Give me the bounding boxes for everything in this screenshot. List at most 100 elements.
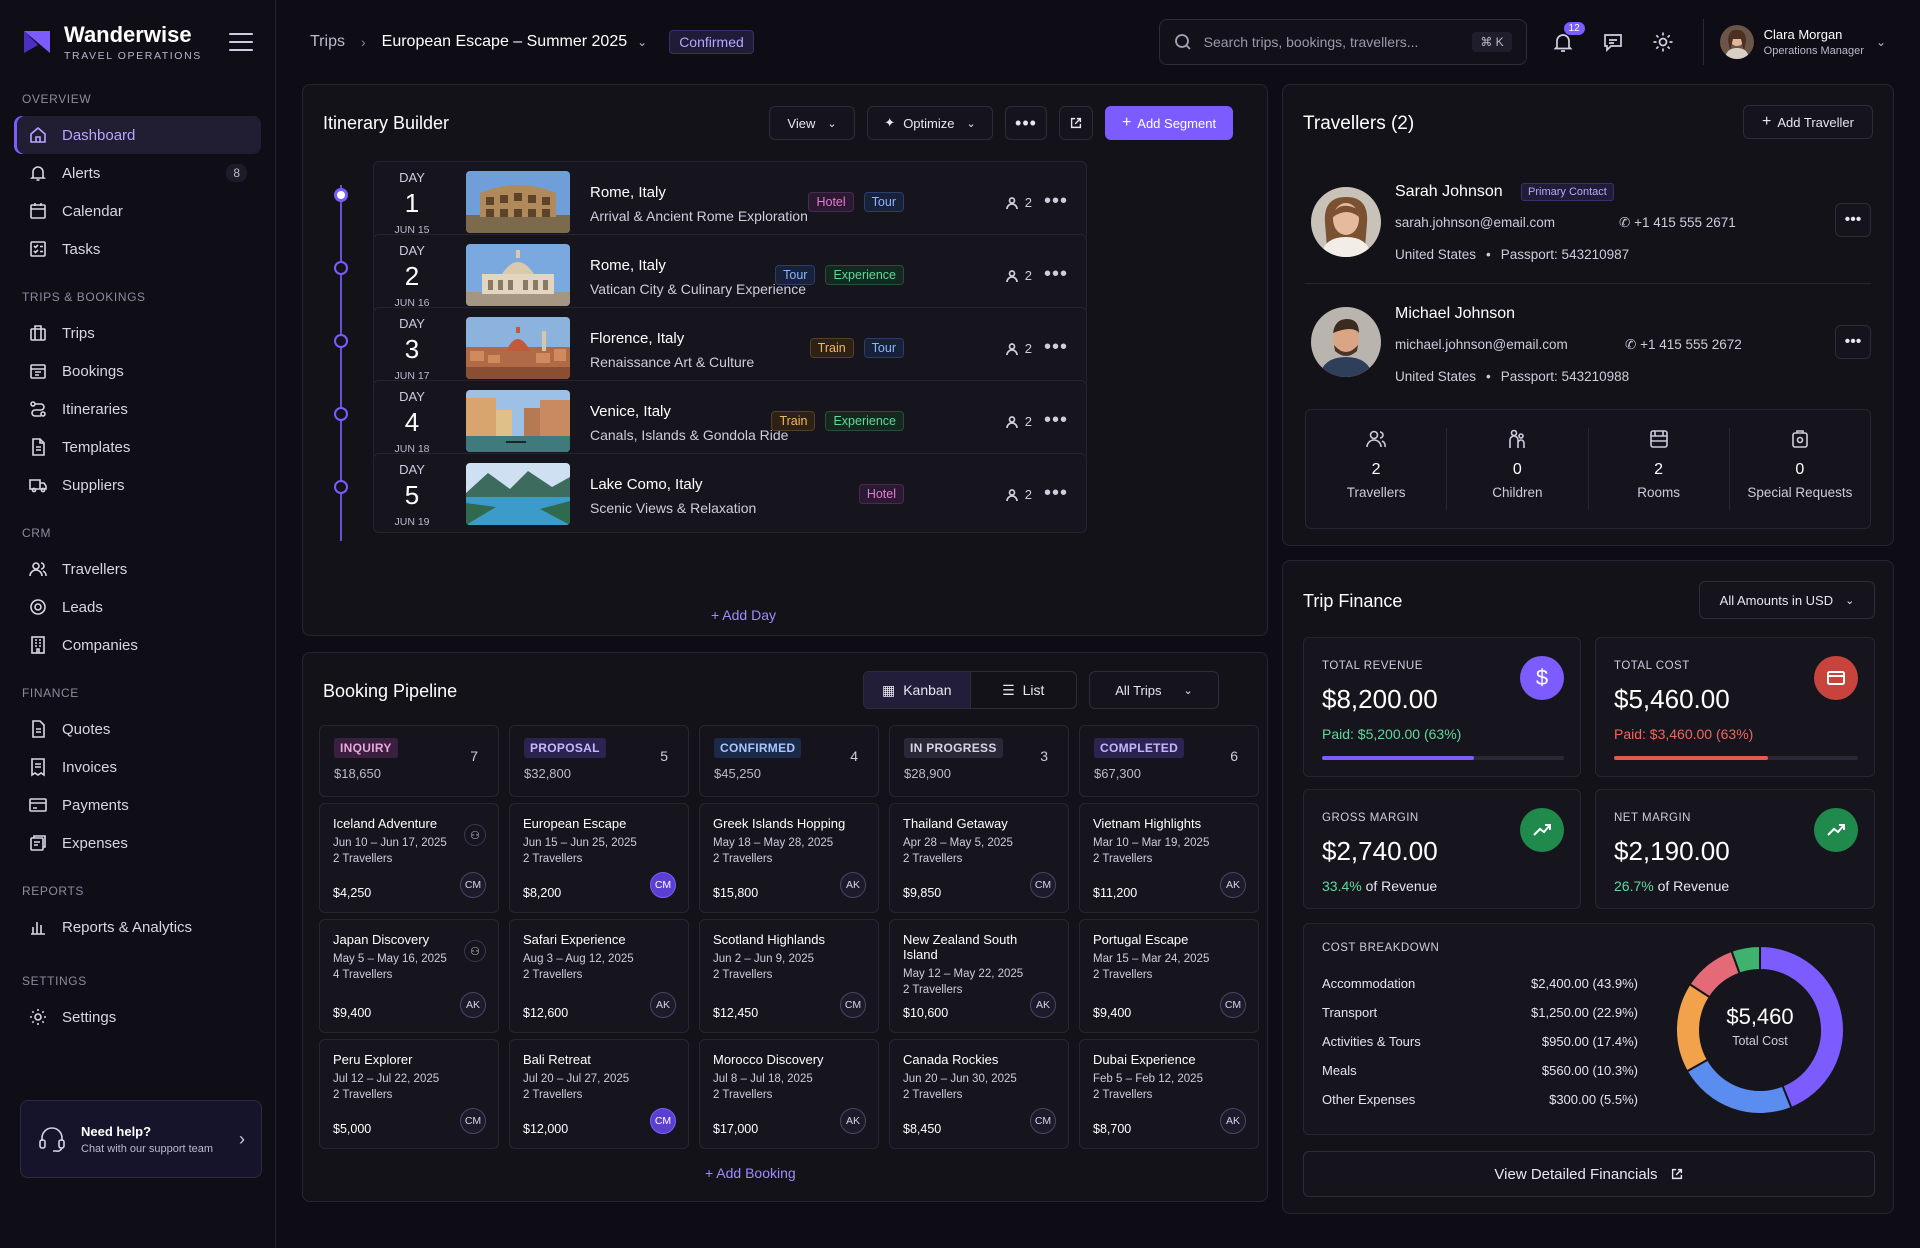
currency-dropdown[interactable]: All Amounts in USD ⌄: [1699, 581, 1875, 619]
trips-filter-dropdown[interactable]: All Trips ⌄: [1089, 671, 1219, 709]
sidebar-item-tasks[interactable]: Tasks: [14, 230, 261, 268]
chevron-down-icon: ⌄: [1875, 35, 1886, 49]
itinerary-day[interactable]: DAY 5 JUN 19 Lake Como, Italy Scenic Vie…: [373, 453, 1087, 533]
alerts-count-badge: 8: [226, 164, 247, 182]
sparkle-icon: ✦: [884, 115, 896, 130]
traveller-more-button[interactable]: •••: [1835, 325, 1871, 359]
more-options-button[interactable]: •••: [1005, 106, 1047, 140]
pipeline-column: PROPOSAL 5 $32,800 European Escape Jun 1…: [509, 725, 689, 1149]
assignee-avatar[interactable]: AK: [1220, 1108, 1246, 1134]
assignee-avatar[interactable]: CM: [650, 872, 676, 898]
breadcrumb-current-trip[interactable]: European Escape – Summer 2025: [382, 33, 627, 51]
segment-tag: Experience: [825, 411, 904, 431]
add-segment-button[interactable]: + Add Segment: [1105, 106, 1233, 140]
kanban-tab[interactable]: ▦ Kanban: [864, 672, 971, 708]
list-tab[interactable]: ☰ List: [971, 672, 1077, 708]
sidebar-item-bookings[interactable]: Bookings: [14, 352, 261, 390]
sidebar-item-quotes[interactable]: Quotes: [14, 710, 261, 748]
assign-icon[interactable]: ⚇: [464, 824, 486, 846]
traveller-more-button[interactable]: •••: [1835, 203, 1871, 237]
settings-button[interactable]: [1649, 28, 1677, 56]
assign-icon[interactable]: ⚇: [464, 940, 486, 962]
booking-card[interactable]: Dubai Experience Feb 5 – Feb 12, 2025 2 …: [1079, 1039, 1259, 1149]
optimize-dropdown[interactable]: ✦ Optimize ⌄: [867, 106, 993, 140]
sidebar-item-alerts[interactable]: Alerts 8: [14, 154, 261, 192]
booking-card[interactable]: New Zealand South Island May 12 – May 22…: [889, 919, 1069, 1033]
booking-card[interactable]: Scotland Highlands Jun 2 – Jun 9, 2025 2…: [699, 919, 879, 1033]
booking-card[interactable]: Thailand Getaway Apr 28 – May 5, 2025 2 …: [889, 803, 1069, 913]
booking-card[interactable]: Bali Retreat Jul 20 – Jul 27, 2025 2 Tra…: [509, 1039, 689, 1149]
assignee-avatar[interactable]: CM: [840, 992, 866, 1018]
pipeline-column: COMPLETED 6 $67,300 Vietnam Highlights M…: [1079, 725, 1259, 1149]
assignee-avatar[interactable]: AK: [840, 872, 866, 898]
messages-button[interactable]: [1599, 28, 1627, 56]
assignee-avatar[interactable]: CM: [460, 1108, 486, 1134]
booking-card[interactable]: European Escape Jun 15 – Jun 25, 2025 2 …: [509, 803, 689, 913]
day-more-button[interactable]: •••: [1044, 482, 1068, 505]
assignee-avatar[interactable]: AK: [650, 992, 676, 1018]
booking-card[interactable]: Japan Discovery May 5 – May 16, 2025 4 T…: [319, 919, 499, 1033]
traveller-email[interactable]: sarah.johnson@email.com: [1395, 215, 1555, 230]
add-day-button[interactable]: + Add Day: [711, 607, 776, 623]
sidebar-item-itineraries[interactable]: Itineraries: [14, 390, 261, 428]
day-more-button[interactable]: •••: [1044, 336, 1068, 359]
open-external-button[interactable]: [1059, 106, 1093, 140]
day-more-button[interactable]: •••: [1044, 263, 1068, 286]
sidebar-item-trips[interactable]: Trips: [14, 314, 261, 352]
traveller-name[interactable]: Sarah Johnson: [1395, 183, 1503, 201]
sidebar-item-payments[interactable]: Payments: [14, 786, 261, 824]
itinerary-day[interactable]: DAY 2 JUN 16 Rome, Italy Vatican City & …: [373, 234, 1087, 314]
assignee-avatar[interactable]: CM: [1030, 872, 1056, 898]
booking-card[interactable]: Greek Islands Hopping May 18 – May 28, 2…: [699, 803, 879, 913]
help-card[interactable]: Need help? Chat with our support team ›: [20, 1100, 262, 1178]
booking-card[interactable]: Portugal Escape Mar 15 – Mar 24, 2025 2 …: [1079, 919, 1259, 1033]
sidebar-item-companies[interactable]: Companies: [14, 626, 261, 664]
assignee-avatar[interactable]: CM: [1030, 1108, 1056, 1134]
itinerary-day[interactable]: DAY 3 JUN 17 Florence, Italy Renaissance…: [373, 307, 1087, 387]
booking-card[interactable]: Peru Explorer Jul 12 – Jul 22, 2025 2 Tr…: [319, 1039, 499, 1149]
sidebar-item-dashboard[interactable]: Dashboard: [14, 116, 261, 154]
assignee-avatar[interactable]: CM: [650, 1108, 676, 1134]
sidebar-item-travellers[interactable]: Travellers: [14, 550, 261, 588]
assignee-avatar[interactable]: AK: [840, 1108, 866, 1134]
sidebar-item-suppliers[interactable]: Suppliers: [14, 466, 261, 504]
sidebar-item-invoices[interactable]: Invoices: [14, 748, 261, 786]
user-menu[interactable]: Clara Morgan Operations Manager ⌄: [1702, 19, 1886, 65]
assignee-avatar[interactable]: AK: [460, 992, 486, 1018]
search-bar[interactable]: ⌘ K: [1158, 19, 1527, 65]
day-more-button[interactable]: •••: [1044, 190, 1068, 213]
add-traveller-button[interactable]: + Add Traveller: [1743, 105, 1873, 139]
itinerary-day[interactable]: DAY 4 JUN 18 Venice, Italy Canals, Islan…: [373, 380, 1087, 460]
assignee-avatar[interactable]: AK: [1030, 992, 1056, 1018]
segment-tags: Hotel Tour: [798, 192, 904, 212]
notifications-button[interactable]: 12: [1549, 22, 1585, 56]
assignee-avatar[interactable]: CM: [1220, 992, 1246, 1018]
breadcrumb-trips[interactable]: Trips: [310, 33, 345, 51]
sidebar-item-templates[interactable]: Templates: [14, 428, 261, 466]
view-detailed-financials-button[interactable]: View Detailed Financials: [1303, 1151, 1875, 1197]
assignee-avatar[interactable]: AK: [1220, 872, 1246, 898]
view-dropdown[interactable]: View ⌄: [769, 106, 855, 140]
traveller-name[interactable]: Michael Johnson: [1395, 305, 1515, 323]
booking-card[interactable]: Canada Rockies Jun 20 – Jun 30, 2025 2 T…: [889, 1039, 1069, 1149]
traveller-email[interactable]: michael.johnson@email.com: [1395, 337, 1568, 352]
sidebar-item-leads[interactable]: Leads: [14, 588, 261, 626]
sidebar-item-expenses[interactable]: Expenses: [14, 824, 261, 862]
day-more-button[interactable]: •••: [1044, 409, 1068, 432]
sidebar-item-settings[interactable]: Settings: [14, 998, 261, 1036]
sidebar-item-reports[interactable]: Reports & Analytics: [14, 908, 261, 946]
user-icon: [1005, 196, 1018, 209]
menu-toggle-icon[interactable]: [229, 33, 253, 51]
booking-card[interactable]: Iceland Adventure Jun 10 – Jun 17, 2025 …: [319, 803, 499, 913]
booking-card[interactable]: Morocco Discovery Jul 8 – Jul 18, 2025 2…: [699, 1039, 879, 1149]
day-description: Canals, Islands & Gondola Ride: [590, 427, 789, 443]
booking-card[interactable]: Safari Experience Aug 3 – Aug 12, 2025 2…: [509, 919, 689, 1033]
column-amount: $45,250: [714, 766, 761, 781]
itinerary-day[interactable]: DAY 1 JUN 15 Rome, Italy Arrival & Ancie…: [373, 161, 1087, 241]
booking-card[interactable]: Vietnam Highlights Mar 10 – Mar 19, 2025…: [1079, 803, 1259, 913]
add-booking-button[interactable]: + Add Booking: [705, 1165, 796, 1181]
search-input[interactable]: [1203, 34, 1473, 50]
chevron-down-icon[interactable]: ⌄: [637, 35, 647, 49]
assignee-avatar[interactable]: CM: [460, 872, 486, 898]
sidebar-item-calendar[interactable]: Calendar: [14, 192, 261, 230]
